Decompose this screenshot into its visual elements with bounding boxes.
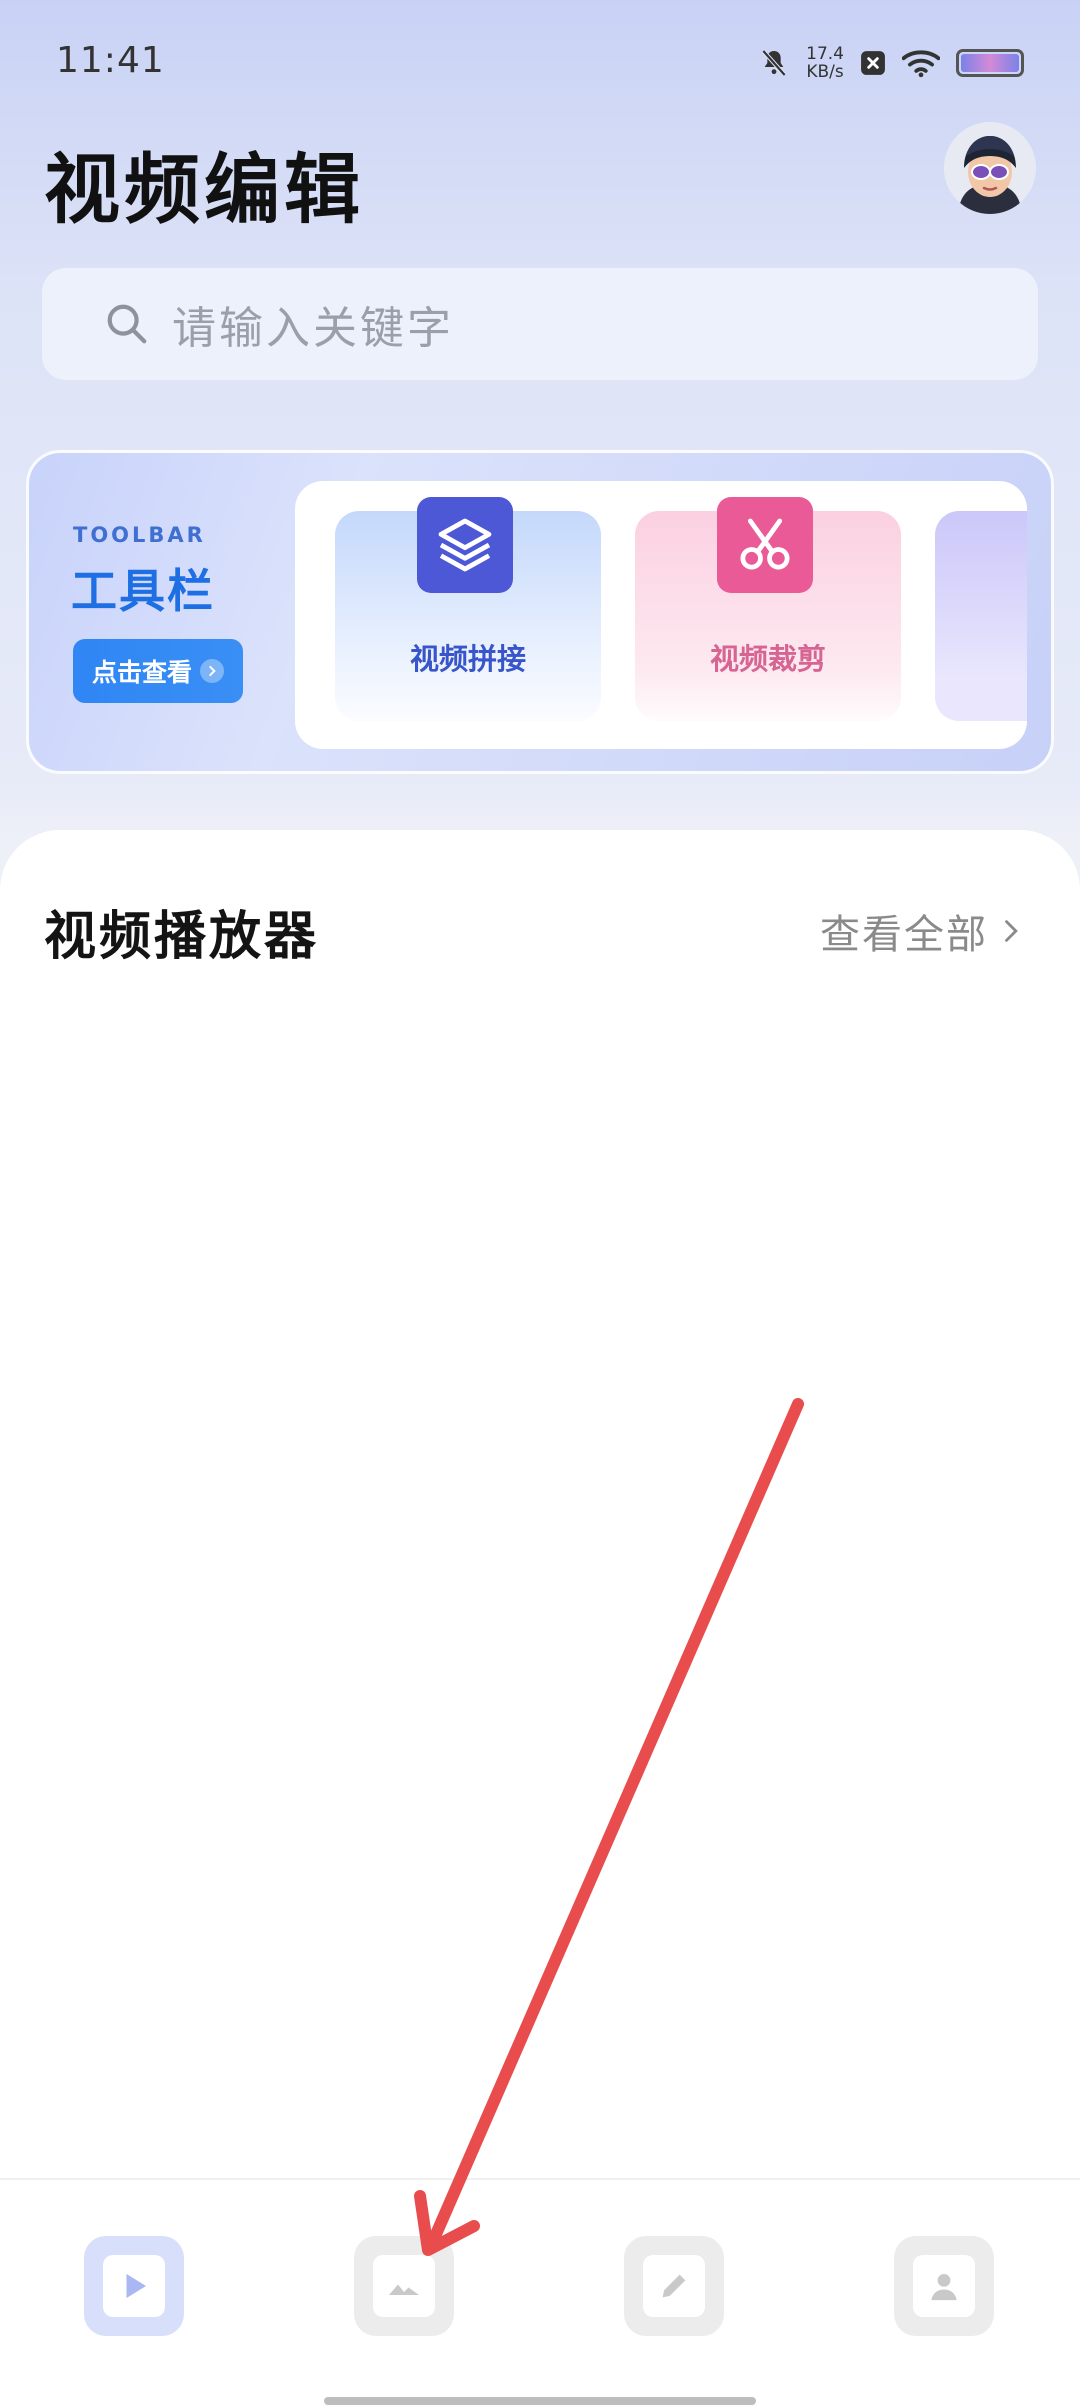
avatar-image xyxy=(944,122,1036,214)
chevron-right-icon xyxy=(200,659,224,683)
view-toolbar-button[interactable]: 点击查看 xyxy=(73,639,243,703)
pencil-icon xyxy=(662,2274,686,2298)
layers-icon xyxy=(417,497,513,593)
nav-inner xyxy=(643,2255,705,2317)
nav-profile[interactable] xyxy=(894,2236,994,2336)
play-icon xyxy=(126,2274,146,2298)
tool-video-concat[interactable]: 视频拼接 xyxy=(335,497,601,721)
page-title: 视频编辑 xyxy=(44,145,364,234)
net-speed: 17.4 KB/s xyxy=(806,45,844,81)
battery-fill xyxy=(961,54,1019,72)
nav-image[interactable] xyxy=(354,2236,454,2336)
view-all-label: 查看全部 xyxy=(820,912,988,958)
bell-muted-icon xyxy=(761,49,787,77)
tools-panel: 视频拼接 视频裁剪 xyxy=(295,481,1027,749)
search-input[interactable]: 请输入关键字 xyxy=(42,268,1038,380)
home-indicator xyxy=(324,2397,756,2405)
scissors-icon xyxy=(717,497,813,593)
main-sheet: 视频播放器 查看全部 xyxy=(0,830,1080,2180)
tool-label: 视频裁剪 xyxy=(709,642,826,676)
view-toolbar-button-label: 点击查看 xyxy=(91,658,192,687)
status-icons: 17.4 KB/s xyxy=(758,40,1024,86)
bottom-nav xyxy=(0,2178,1080,2408)
net-speed-value: 17.4 xyxy=(806,44,844,64)
nav-inner xyxy=(103,2255,165,2317)
close-box-icon xyxy=(861,51,885,75)
battery-icon xyxy=(956,49,1024,77)
nav-play[interactable] xyxy=(84,2236,184,2336)
chevron-right-icon xyxy=(1005,920,1018,942)
status-time: 11:41 xyxy=(56,40,165,81)
view-all-link[interactable]: 查看全部 xyxy=(820,902,1024,960)
toolbar-title: 工具栏 xyxy=(71,564,215,618)
tool-video-crop[interactable]: 视频裁剪 xyxy=(635,497,901,721)
search-placeholder: 请输入关键字 xyxy=(172,303,454,354)
net-speed-unit: KB/s xyxy=(806,62,844,82)
profile-icon xyxy=(931,2273,957,2301)
image-icon xyxy=(389,2284,419,2295)
tool-partial[interactable] xyxy=(935,511,1027,721)
search-icon xyxy=(107,304,147,344)
status-bar: 11:41 17.4 KB/s xyxy=(0,0,1080,120)
nav-edit[interactable] xyxy=(624,2236,724,2336)
section-title: 视频播放器 xyxy=(44,907,320,967)
avatar[interactable] xyxy=(944,122,1036,214)
nav-inner xyxy=(373,2255,435,2317)
tool-label: 视频拼接 xyxy=(409,642,526,676)
toolbar-eyebrow: TOOLBAR xyxy=(73,523,206,547)
wifi-icon xyxy=(902,50,940,78)
toolbar-card: TOOLBAR 工具栏 点击查看 视频拼接 视频裁剪 xyxy=(26,450,1054,774)
nav-inner xyxy=(913,2255,975,2317)
